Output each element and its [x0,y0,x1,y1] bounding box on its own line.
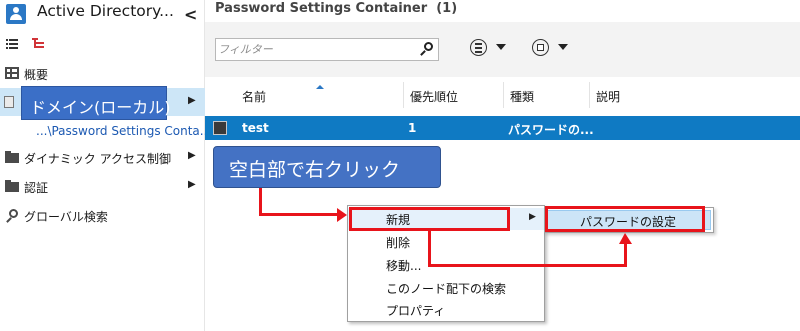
nav-item-label: ダイナミック アクセス制御 [24,152,171,166]
chevron-down-icon [558,44,568,50]
filter-input[interactable] [218,41,413,58]
nav-item-label: グローバル検索 [24,210,108,224]
menu-item-label: 移動... [386,259,422,273]
menu-item-label: プロパティ [386,304,446,318]
filter-box [215,38,439,61]
menu-item-search-under-node[interactable]: このノード配下の検索 [348,277,544,299]
page-title: Password Settings Container (1) [215,1,457,16]
column-header-precedence[interactable]: 優先順位 [404,82,504,108]
password-policy-icon [213,121,227,135]
connector-line [428,264,627,267]
highlight-password-settings [545,206,705,232]
tree-view-icon[interactable] [32,38,46,50]
nav-item-label: 認証 [24,181,49,195]
nav-item-dynamic-access-control[interactable]: ダイナミック アクセス制御 ▶ [0,146,205,168]
cell-precedence: 1 [408,121,417,135]
connector-line [624,243,627,267]
folder-icon [5,180,19,192]
menu-item-label: 削除 [386,236,411,250]
view-options-dropdown[interactable] [470,38,510,58]
nav-view-toolbar [0,32,205,56]
expand-arrow-icon[interactable]: ▶ [188,150,196,161]
nav-item-authentication[interactable]: 認証 ▶ [0,175,205,197]
save-query-dropdown[interactable] [532,38,572,58]
magnifier-icon [5,209,19,223]
list-options-icon [470,39,487,56]
cell-type: パスワードの... [508,123,594,137]
list-view-icon[interactable] [6,39,18,49]
connector-line [259,188,262,216]
instruction-callout: 空白部で右クリック [213,146,441,188]
nav-title: Active Directory... [37,2,174,20]
menu-item-delete[interactable]: 削除 [348,231,544,253]
column-header-type[interactable]: 種類 [504,82,590,108]
chevron-down-icon [496,44,506,50]
menu-item-properties[interactable]: プロパティ [348,299,544,321]
nav-header: Active Directory... < [0,0,205,28]
nav-item-password-settings-container[interactable]: ...\Password Settings Conta... [36,124,211,138]
submenu-arrow-icon: ▶ [529,212,536,222]
collapse-nav-icon[interactable]: < [184,5,197,24]
item-count: (1) [436,1,458,16]
sort-ascending-icon [316,85,324,89]
nav-item-global-search[interactable]: グローバル検索 [0,204,205,226]
arrow-up-icon [619,233,632,244]
connector-line [259,213,339,216]
table-row[interactable]: test 1 パスワードの... [205,116,800,140]
nav-item-label: 概要 [24,68,49,82]
grid-icon [5,67,19,79]
navigation-pane: Active Directory... < 概要 ▶ ドメイン(ローカル) ..… [0,0,211,331]
search-icon[interactable] [420,42,434,56]
connector-line [428,231,431,267]
expand-arrow-icon[interactable]: ▶ [188,179,196,190]
highlight-new-item [349,207,510,231]
container-title: Password Settings Container [215,1,428,16]
arrow-right-icon [337,208,347,222]
menu-item-label: このノード配下の検索 [386,282,507,296]
cell-name: test [242,121,269,135]
domain-icon [4,96,14,108]
folder-icon [5,151,19,163]
domain-label-highlight[interactable]: ドメイン(ローカル) [21,86,171,120]
expand-arrow-icon[interactable]: ▶ [188,95,196,106]
active-directory-icon [6,4,26,24]
column-header-description[interactable]: 説明 [590,82,710,108]
save-icon [532,39,549,56]
nav-item-overview[interactable]: 概要 [0,62,205,84]
